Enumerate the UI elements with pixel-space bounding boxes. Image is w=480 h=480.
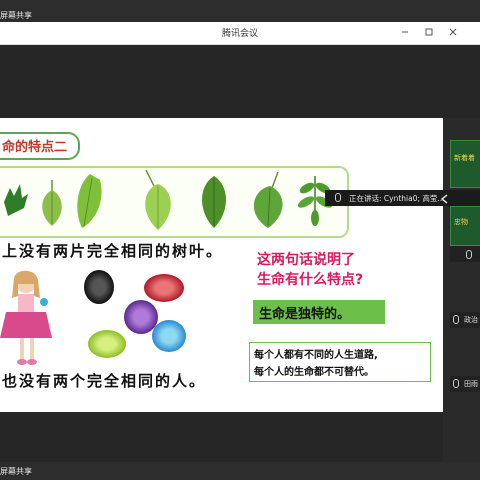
- leaf-image: [145, 170, 171, 230]
- shared-slide: 命的特点二 上没有两片完全相同的树叶。 这两句话说明了 生命有什么特点? 生命是…: [0, 118, 443, 412]
- participant-thumbnail[interactable]: 新着着: [450, 140, 480, 188]
- mic-icon: [453, 315, 459, 324]
- fingerprint-blue: [152, 320, 186, 352]
- leaf-sentence: 上没有两片完全相同的树叶。: [2, 242, 224, 260]
- bottom-bar: 屏幕共享: [0, 462, 480, 480]
- leaf-image: [77, 174, 102, 228]
- leaf-gallery: [0, 166, 349, 238]
- question-text: 这两句话说明了 生命有什么特点?: [257, 250, 363, 290]
- avatar-icon: [466, 250, 472, 259]
- top-bar: 屏幕共享: [0, 0, 480, 22]
- leaf-image: [42, 180, 62, 226]
- question-line-1: 这两句话说明了: [257, 252, 355, 268]
- fingerprint-green: [88, 330, 126, 358]
- speaking-label: 正在讲话: Cynthia0; 高莹...: [349, 194, 445, 203]
- participant-row[interactable]: [450, 246, 480, 262]
- mic-icon: [453, 379, 459, 388]
- leaf-image: [202, 176, 226, 228]
- participant-thumbnail[interactable]: 忠物: [450, 206, 480, 246]
- answer-text: 生命是独特的。: [259, 307, 351, 322]
- maximize-icon[interactable]: [424, 27, 434, 37]
- screen-share-label-bottom[interactable]: 屏幕共享: [0, 466, 32, 477]
- person-sentence: 也没有两个完全相同的人。: [2, 372, 207, 390]
- fingerprint-black: [84, 270, 114, 304]
- participant-row[interactable]: 田雨: [450, 376, 480, 392]
- leaf-image: [253, 172, 283, 228]
- participant-name: 田雨: [464, 380, 478, 388]
- girl-image: [0, 270, 52, 365]
- fingerprint-red: [144, 274, 184, 302]
- thumbnail-text-bottom: 忠物: [454, 218, 468, 226]
- participant-row[interactable]: 政治: [450, 312, 480, 328]
- participant-name: 政治: [464, 316, 478, 324]
- window-title-bar: 腾讯会议: [0, 22, 480, 45]
- slide-title: 命的特点二: [2, 140, 68, 155]
- thumbnail-text-top: 新着着: [454, 154, 475, 162]
- note-box: 每个人都有不同的人生道路, 每个人的生命都不可替代。: [249, 342, 431, 382]
- note-line-2: 每个人的生命都不可替代。: [254, 367, 374, 378]
- note-line-1: 每个人都有不同的人生道路,: [254, 350, 378, 361]
- answer-box: 生命是独特的。: [253, 300, 385, 324]
- slide-title-box: 命的特点二: [0, 132, 80, 160]
- speaking-indicator: 正在讲话: Cynthia0; 高莹...: [325, 190, 480, 206]
- maple-leaf-image: [4, 184, 28, 216]
- mic-icon: [335, 193, 341, 202]
- minimize-icon[interactable]: [400, 27, 410, 37]
- close-icon[interactable]: [448, 27, 458, 37]
- screen-share-label[interactable]: 屏幕共享: [0, 10, 38, 22]
- question-line-2: 生命有什么特点?: [257, 272, 364, 288]
- back-arrow-icon[interactable]: [440, 194, 450, 204]
